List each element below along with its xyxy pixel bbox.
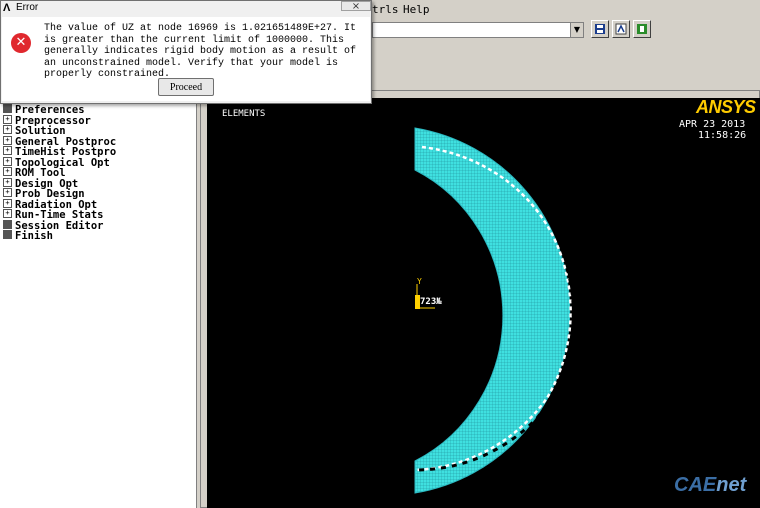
ansys-logo: ANSYS — [696, 97, 756, 118]
menu-box-icon — [3, 219, 12, 229]
watermark-part1: CAE — [674, 474, 717, 496]
watermark-part2: net — [716, 474, 747, 496]
plot-date: APR 23 2013 — [679, 119, 746, 130]
expand-plus-icon — [3, 125, 12, 134]
error-message: The value of UZ at node 16969 is 1.02165… — [44, 23, 357, 80]
half-ring-mesh — [414, 127, 571, 494]
graphics-window[interactable]: ELEMENTS APR 23 2013 11:58:26 Y 723№ — [207, 98, 760, 508]
expand-plus-icon — [3, 135, 12, 145]
expand-plus-icon — [3, 198, 12, 208]
expand-plus-icon — [3, 146, 12, 155]
menu-box-icon — [3, 230, 12, 239]
abbreviation-bar — [372, 60, 760, 90]
resume-db-button[interactable] — [612, 20, 630, 38]
triad-y-label: Y — [417, 277, 422, 286]
menu-box-icon — [3, 104, 12, 113]
expand-plus-icon — [3, 177, 12, 187]
error-icon: ✕ — [11, 33, 31, 53]
expand-plus-icon — [3, 209, 12, 218]
menu-item-finish[interactable]: Finish — [3, 230, 53, 242]
plot-label: ELEMENTS — [222, 109, 266, 119]
dialog-title: Error — [16, 2, 39, 13]
expand-plus-icon — [3, 156, 12, 166]
expand-plus-icon — [3, 114, 12, 124]
app-icon: Λ — [3, 2, 11, 14]
chevron-down-icon[interactable]: ▼ — [570, 23, 583, 37]
quit-button[interactable] — [633, 20, 651, 38]
save-db-icon — [595, 24, 605, 34]
menu-item-label: Finish — [15, 230, 53, 242]
logo-text: ANSYS — [696, 97, 756, 117]
expand-plus-icon — [3, 167, 12, 176]
resume-db-icon — [615, 23, 627, 35]
quit-icon — [637, 24, 647, 34]
error-dialog: Λ Error × ✕ The value of UZ at node 1696… — [0, 0, 372, 104]
menu-help[interactable]: Help — [403, 3, 430, 16]
command-input[interactable]: ▼ — [372, 22, 584, 38]
proceed-button[interactable]: Proceed — [158, 78, 214, 96]
expand-plus-icon — [3, 188, 12, 197]
close-icon[interactable]: × — [341, 1, 371, 12]
menu-ctrls[interactable]: trls — [372, 3, 399, 16]
plot-time: 11:58:26 — [698, 130, 747, 141]
watermark: CAEnet — [674, 474, 746, 497]
triad-label: 723№ — [420, 297, 442, 307]
mesh-plot — [414, 127, 575, 494]
main-menu-tree: Preferences Preprocessor Solution Genera… — [0, 100, 197, 508]
save-db-button[interactable] — [591, 20, 609, 38]
dialog-titlebar[interactable]: Λ Error × — [1, 1, 371, 17]
